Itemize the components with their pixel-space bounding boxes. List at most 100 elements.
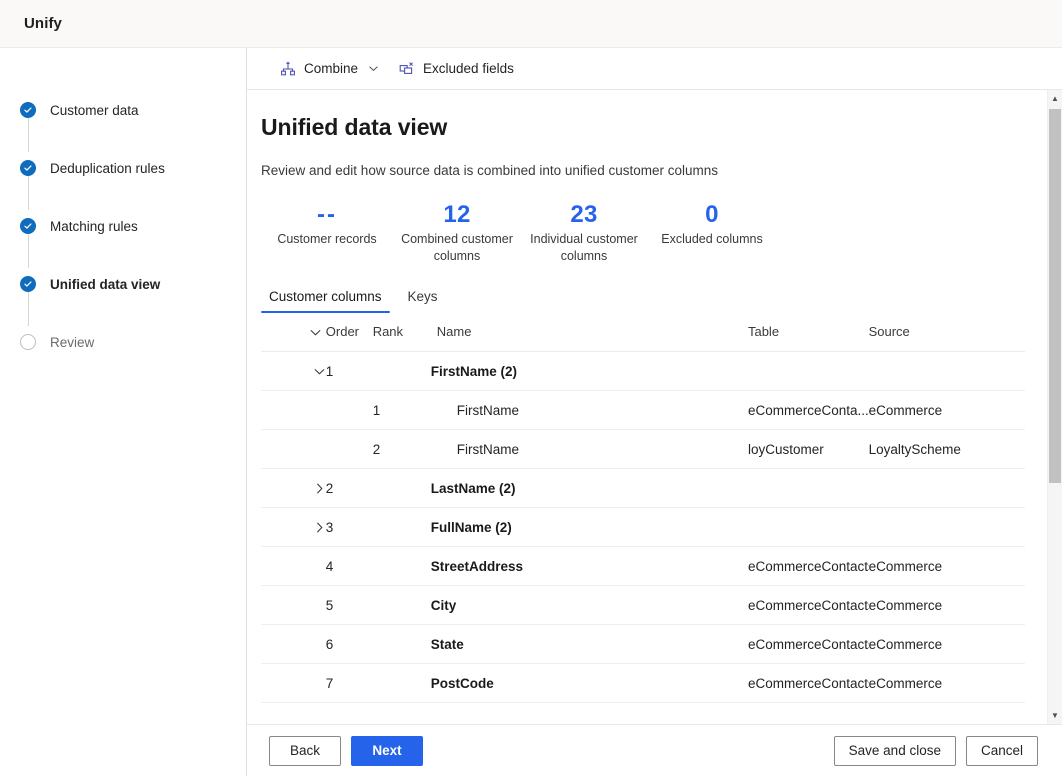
cell-source: eCommerce bbox=[869, 547, 1025, 586]
row-expand-cell bbox=[261, 508, 326, 547]
table-row[interactable]: 2FirstNameloyCustomerLoyaltyScheme bbox=[261, 430, 1025, 469]
table-row[interactable]: 1FirstName (2) bbox=[261, 352, 1025, 391]
cell-source bbox=[869, 352, 1025, 391]
cell-source: eCommerce bbox=[869, 664, 1025, 703]
sidebar-step-customer-data[interactable]: Customer data bbox=[20, 96, 246, 124]
cell-table: eCommerceContacts bbox=[748, 547, 869, 586]
table-row[interactable]: 7PostCodeeCommerceContactseCommerce bbox=[261, 664, 1025, 703]
step-complete-check-icon bbox=[20, 218, 36, 234]
step-complete-check-icon bbox=[20, 276, 36, 292]
vertical-scrollbar[interactable]: ▲ ▼ bbox=[1047, 90, 1062, 724]
cell-rank bbox=[373, 625, 431, 664]
page-title: Unified data view bbox=[261, 114, 1025, 141]
scrollbar-thumb[interactable] bbox=[1049, 109, 1061, 483]
cell-order: 7 bbox=[326, 664, 373, 703]
back-button[interactable]: Back bbox=[269, 736, 341, 766]
excluded-fields-button[interactable]: Excluded fields bbox=[390, 53, 523, 85]
sidebar-step-unified-data-view[interactable]: Unified data view bbox=[20, 270, 246, 298]
table-body: 1FirstName (2)1FirstNameeCommerceConta..… bbox=[261, 352, 1025, 703]
cell-order: 4 bbox=[326, 547, 373, 586]
stat-caption: Combined customer columns bbox=[393, 231, 521, 265]
row-expand-cell bbox=[261, 547, 326, 586]
table-row[interactable]: 5CityeCommerceContactseCommerce bbox=[261, 586, 1025, 625]
cell-table: loyCustomer bbox=[748, 430, 869, 469]
step-label: Unified data view bbox=[50, 277, 160, 292]
column-header-source[interactable]: Source bbox=[869, 314, 1025, 352]
excluded-fields-label: Excluded fields bbox=[423, 61, 514, 76]
column-header-rank[interactable]: Rank bbox=[373, 314, 431, 352]
cell-source bbox=[869, 469, 1025, 508]
step-label: Customer data bbox=[50, 103, 139, 118]
cancel-button[interactable]: Cancel bbox=[966, 736, 1038, 766]
cell-source: eCommerce bbox=[869, 391, 1025, 430]
wizard-sidebar: Customer data Deduplication rules Matching… bbox=[0, 48, 247, 776]
excluded-fields-icon bbox=[399, 61, 415, 77]
column-header-table[interactable]: Table bbox=[748, 314, 869, 352]
cell-rank bbox=[373, 664, 431, 703]
combine-icon bbox=[280, 61, 296, 77]
cell-order: 5 bbox=[326, 586, 373, 625]
column-header-order[interactable]: Order bbox=[326, 314, 373, 352]
page-body: Customer data Deduplication rules Matching… bbox=[0, 48, 1062, 776]
cell-name: State bbox=[431, 625, 748, 664]
cell-rank bbox=[373, 469, 431, 508]
row-expand-cell bbox=[261, 586, 326, 625]
stat-value: 12 bbox=[393, 200, 521, 230]
cell-rank bbox=[373, 508, 431, 547]
cell-order: 6 bbox=[326, 625, 373, 664]
cell-rank bbox=[373, 352, 431, 391]
chevron-right-icon[interactable] bbox=[309, 517, 326, 537]
step-label: Review bbox=[50, 335, 94, 350]
table-row[interactable]: 2 LastName (2) bbox=[261, 469, 1025, 508]
scroll-down-arrow[interactable]: ▼ bbox=[1048, 707, 1062, 724]
step-connector bbox=[28, 234, 29, 268]
stat-value: -- bbox=[261, 200, 393, 230]
step-connector bbox=[28, 292, 29, 326]
cell-table: eCommerceContacts bbox=[748, 586, 869, 625]
save-and-close-button[interactable]: Save and close bbox=[834, 736, 956, 766]
tab-customer-columns[interactable]: Customer columns bbox=[261, 283, 390, 313]
step-complete-check-icon bbox=[20, 160, 36, 176]
scroll-panel: Unified data view Review and edit how so… bbox=[247, 90, 1062, 724]
customer-columns-table: Order Rank Name Table Source 1FirstName … bbox=[261, 314, 1025, 703]
table-row[interactable]: 1FirstNameeCommerceConta...eCommerce bbox=[261, 391, 1025, 430]
scroll-up-arrow[interactable]: ▲ bbox=[1048, 90, 1062, 107]
combine-button[interactable]: Combine bbox=[271, 53, 388, 85]
wizard-footer: Back Next Save and close Cancel bbox=[247, 724, 1062, 776]
table-row[interactable]: 4StreetAddresseCommerceContactseCommerce bbox=[261, 547, 1025, 586]
cell-name: FirstName bbox=[431, 391, 748, 430]
wizard-step-list: Customer data Deduplication rules Matching… bbox=[0, 96, 246, 356]
cell-name: FirstName (2) bbox=[431, 352, 748, 391]
cell-table bbox=[748, 469, 869, 508]
stat-caption: Individual customer columns bbox=[521, 231, 647, 265]
tab-list: Customer columns Keys bbox=[261, 283, 1025, 314]
tab-keys[interactable]: Keys bbox=[400, 283, 446, 313]
next-button[interactable]: Next bbox=[351, 736, 423, 766]
column-header-name[interactable]: Name bbox=[431, 314, 748, 352]
page-subtitle: Review and edit how source data is combi… bbox=[261, 163, 1025, 178]
sidebar-step-matching-rules[interactable]: Matching rules bbox=[20, 212, 246, 240]
step-pending-circle-icon bbox=[20, 334, 36, 350]
cell-rank bbox=[373, 586, 431, 625]
cell-source: eCommerce bbox=[869, 586, 1025, 625]
chevron-down-icon bbox=[368, 63, 379, 74]
chevron-down-icon[interactable] bbox=[309, 361, 326, 381]
table-row[interactable]: 3FullName (2) bbox=[261, 508, 1025, 547]
row-expand-cell bbox=[261, 430, 326, 469]
cell-name: LastName (2) bbox=[431, 469, 748, 508]
step-connector bbox=[28, 118, 29, 152]
chevron-right-icon[interactable] bbox=[309, 478, 326, 498]
cell-rank: 2 bbox=[373, 430, 431, 469]
stat-value: 23 bbox=[521, 200, 647, 230]
cell-table: eCommerceConta... bbox=[748, 391, 869, 430]
sidebar-step-deduplication-rules[interactable]: Deduplication rules bbox=[20, 154, 246, 182]
sidebar-step-review[interactable]: Review bbox=[20, 328, 246, 356]
row-expand-cell bbox=[261, 664, 326, 703]
column-header-expand[interactable] bbox=[261, 314, 326, 352]
cell-source: eCommerce bbox=[869, 625, 1025, 664]
step-connector bbox=[28, 176, 29, 210]
cell-order: 2 bbox=[326, 469, 373, 508]
table-row[interactable]: 6StateeCommerceContactseCommerce bbox=[261, 625, 1025, 664]
stat-card: 23Individual customer columns bbox=[521, 200, 647, 265]
stat-value: 0 bbox=[647, 200, 777, 230]
